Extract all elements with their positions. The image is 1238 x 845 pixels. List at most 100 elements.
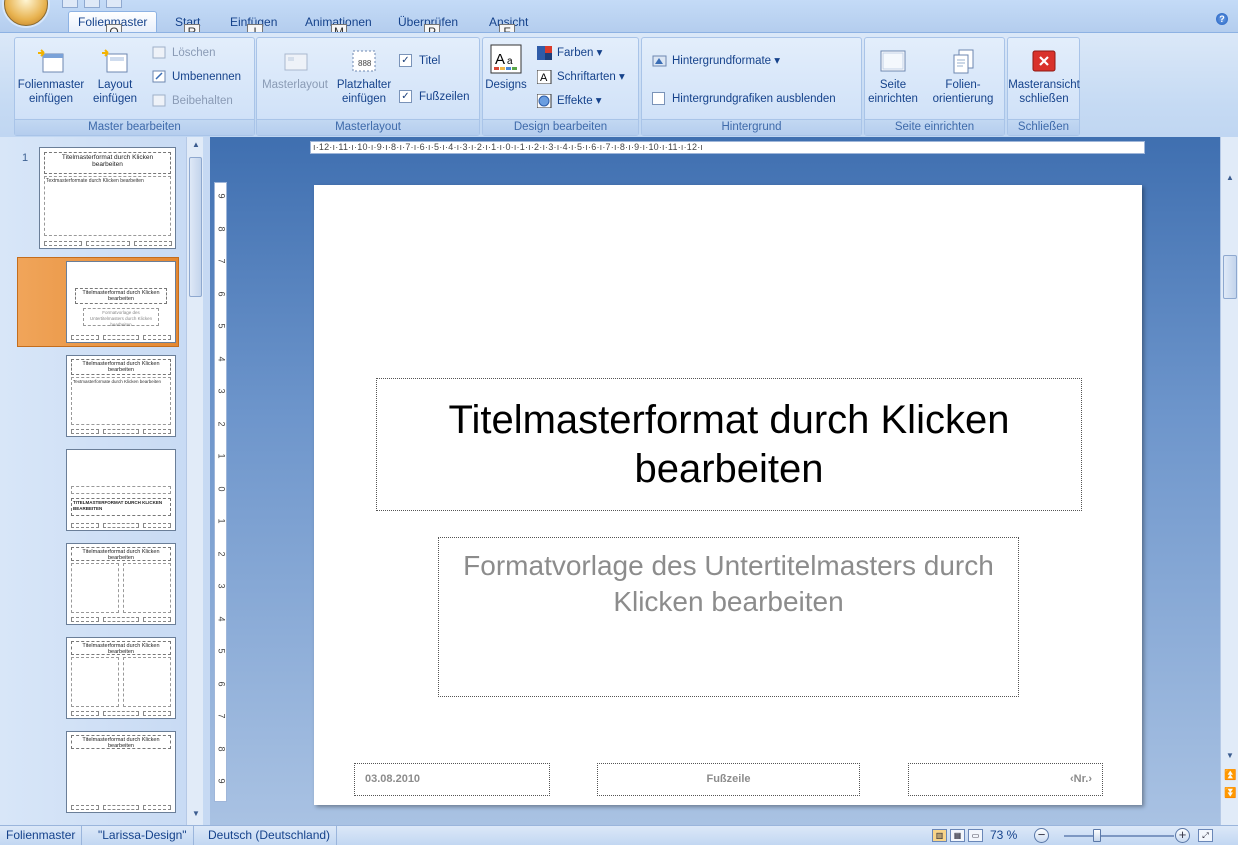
status-language[interactable]: Deutsch (Deutschland) (202, 826, 338, 845)
masterlayout-button[interactable]: Masterlayout (259, 48, 331, 92)
thumbnail-body: Textmasterformate durch Klicken bearbeit… (44, 176, 171, 236)
platzhalter-einfuegen-button[interactable]: 888 Platzhalter einfügen (331, 48, 397, 106)
qat-save-icon[interactable] (62, 0, 78, 8)
thumbnail-footer-text (103, 711, 139, 716)
thumbnail-layout-comparison[interactable]: Titelmasterformat durch Klicken bearbeit… (66, 637, 176, 719)
hintergrundgrafiken-check-icon (652, 92, 665, 105)
fusszeilen-checkbox[interactable]: ✓ Fußzeilen (399, 88, 470, 106)
group-design-bearbeiten: Aa Designs Farben ▾ A Schriftarten ▾ Eff… (482, 37, 639, 136)
thumbnail-footer-number (143, 711, 171, 716)
slide-thumbnail-pane: 1 Titelmasterformat durch Klicken bearbe… (0, 137, 210, 825)
effekte-button[interactable]: Effekte ▾ (536, 92, 602, 110)
thumbnail-layout-two-content[interactable]: Titelmasterformat durch Klicken bearbeit… (66, 543, 176, 625)
group-label-hintergrund: Hintergrund (642, 119, 861, 135)
office-button[interactable] (4, 0, 48, 26)
vertical-ruler-tick: 9 (216, 193, 227, 199)
seite-einrichten-label: Seite einrichten (868, 79, 918, 105)
schriftarten-label: Schriftarten (557, 71, 616, 83)
designs-button[interactable]: Aa Designs (485, 44, 527, 92)
thumbnail-footer-number (143, 805, 171, 810)
schriftarten-button[interactable]: A Schriftarten ▾ (536, 68, 625, 86)
thumbnail-layout-content[interactable]: Titelmasterformat durch Klicken bearbeit… (66, 355, 176, 437)
slide-number: 1 (22, 152, 29, 164)
umbenennen-button[interactable]: Umbenennen (152, 68, 241, 86)
hintergrundgrafiken-checkbox[interactable]: Hintergrundgrafiken ausblenden (652, 90, 836, 108)
svg-text:A: A (495, 51, 505, 68)
thumbnail-scrollbar[interactable]: ▲ ▼ (186, 137, 203, 825)
zoom-level[interactable]: 73 % (988, 826, 1019, 845)
beibehalten-button[interactable]: Beibehalten (152, 92, 233, 110)
farben-button[interactable]: Farben ▾ (537, 44, 602, 62)
slideshow-view-icon[interactable]: ▭ (968, 829, 983, 842)
titel-checkbox[interactable]: ✓ Titel (399, 52, 440, 70)
fonts-icon: A (536, 69, 552, 85)
zoom-slider-track[interactable] (1064, 835, 1174, 837)
vertical-ruler-tick: 4 (216, 615, 227, 621)
slide-number-text: ‹Nr.› (1070, 773, 1092, 785)
thumbnail-footer-date (71, 617, 99, 622)
next-slide-icon[interactable]: ⏬ (1224, 789, 1236, 799)
thumbnail-right-body (123, 657, 171, 707)
page-setup-icon (879, 48, 907, 74)
thumbnail-footer-text (103, 617, 139, 622)
status-design-name[interactable]: "Larissa-Design" (92, 826, 194, 845)
thumbnail-layout-title[interactable]: Titelmasterformat durch Klicken bearbeit… (66, 261, 176, 343)
thumbnail-layout-title-only[interactable]: Titelmasterformat durch Klicken bearbeit… (66, 731, 176, 813)
subtitle-placeholder[interactable]: Formatvorlage des Untertitelmasters durc… (438, 537, 1019, 697)
previous-slide-icon[interactable]: ⏫ (1224, 771, 1236, 781)
folienorientierung-button[interactable]: Folien- orientierung (923, 48, 1003, 106)
zoom-slider-knob[interactable] (1093, 829, 1101, 842)
vertical-ruler-tick: 2 (216, 550, 227, 556)
thumbnail-footer-date (71, 335, 99, 340)
thumbnail-slide-master[interactable]: Titelmasterformat durch Klicken bearbeit… (39, 147, 176, 249)
zoom-in-icon[interactable]: + (1175, 828, 1190, 843)
help-icon[interactable]: ? (1216, 13, 1228, 25)
thumbnail-layout-section[interactable]: TITELMASTERFORMAT DURCH KLICKEN BEARBEIT… (66, 449, 176, 531)
subtitle-placeholder-text: Formatvorlage des Untertitelmasters durc… (463, 550, 994, 617)
seite-einrichten-button[interactable]: Seite einrichten (865, 48, 921, 106)
vertical-ruler-tick: 2 (216, 420, 227, 426)
vertical-ruler-tick: 1 (216, 453, 227, 459)
layout-einfuegen-button[interactable]: Layout einfügen (85, 48, 145, 106)
thumbnail-title: Titelmasterformat durch Klicken bearbeit… (71, 641, 171, 655)
slide-canvas[interactable]: Titelmasterformat durch Klicken bearbeit… (314, 185, 1142, 805)
title-placeholder-text: Titelmasterformat durch Klicken bearbeit… (448, 397, 1010, 491)
farben-label: Farben (557, 47, 594, 59)
normal-view-icon[interactable]: ▥ (932, 829, 947, 842)
footer-text: Fußzeile (706, 773, 751, 785)
scroll-up-icon[interactable]: ▲ (1224, 173, 1236, 183)
scroll-up-icon[interactable]: ▲ (190, 140, 202, 150)
folienmaster-einfuegen-button[interactable]: Folienmaster einfügen (17, 48, 85, 106)
date-placeholder[interactable]: 03.08.2010 (354, 763, 550, 796)
vertical-ruler-tick: 1 (216, 518, 227, 524)
fit-to-window-icon[interactable]: ⤢ (1198, 829, 1213, 842)
editor-vertical-scrollbar[interactable]: ▲ ▼ ⏫ ⏬ (1220, 137, 1238, 825)
zoom-out-icon[interactable]: − (1034, 828, 1049, 843)
thumbnail-footer-number (134, 241, 172, 246)
vertical-ruler-tick: 8 (216, 745, 227, 751)
beibehalten-label: Beibehalten (172, 95, 233, 107)
group-hintergrund: Hintergrundformate ▾ Hintergrundgrafiken… (641, 37, 862, 136)
loeschen-button[interactable]: Löschen (152, 44, 215, 62)
editor-scroll-thumb[interactable] (1223, 255, 1237, 299)
slide-sorter-view-icon[interactable]: ▦ (950, 829, 965, 842)
ribbon: Folienmaster einfügen Layout einfügen Lö… (0, 32, 1238, 137)
vertical-ruler-tick: 7 (216, 258, 227, 264)
footer-placeholder[interactable]: Fußzeile (597, 763, 860, 796)
masteransicht-schliessen-button[interactable]: Masteransicht schließen (1008, 48, 1080, 106)
vertical-ruler-tick: 3 (216, 583, 227, 589)
vertical-ruler-tick: 8 (216, 225, 227, 231)
group-masterlayout: Masterlayout 888 Platzhalter einfügen ✓ … (256, 37, 480, 136)
title-placeholder[interactable]: Titelmasterformat durch Klicken bearbeit… (376, 378, 1082, 511)
slide-number-placeholder[interactable]: ‹Nr.› (908, 763, 1103, 796)
scroll-down-icon[interactable]: ▼ (1224, 751, 1236, 761)
qat-redo-icon[interactable] (106, 0, 122, 8)
scroll-down-icon[interactable]: ▼ (190, 809, 202, 819)
layout-einfuegen-label: Layout einfügen (92, 79, 138, 105)
hintergrundformate-button[interactable]: Hintergrundformate ▾ (652, 52, 780, 70)
thumbnail-title: Titelmasterformat durch Klicken bearbeit… (71, 547, 171, 561)
thumbnail-list: 1 Titelmasterformat durch Klicken bearbe… (0, 137, 186, 825)
qat-undo-icon[interactable] (84, 0, 100, 8)
group-seite-einrichten: Seite einrichten Folien- orientierung Se… (864, 37, 1005, 136)
thumbnail-scroll-thumb[interactable] (189, 157, 202, 297)
